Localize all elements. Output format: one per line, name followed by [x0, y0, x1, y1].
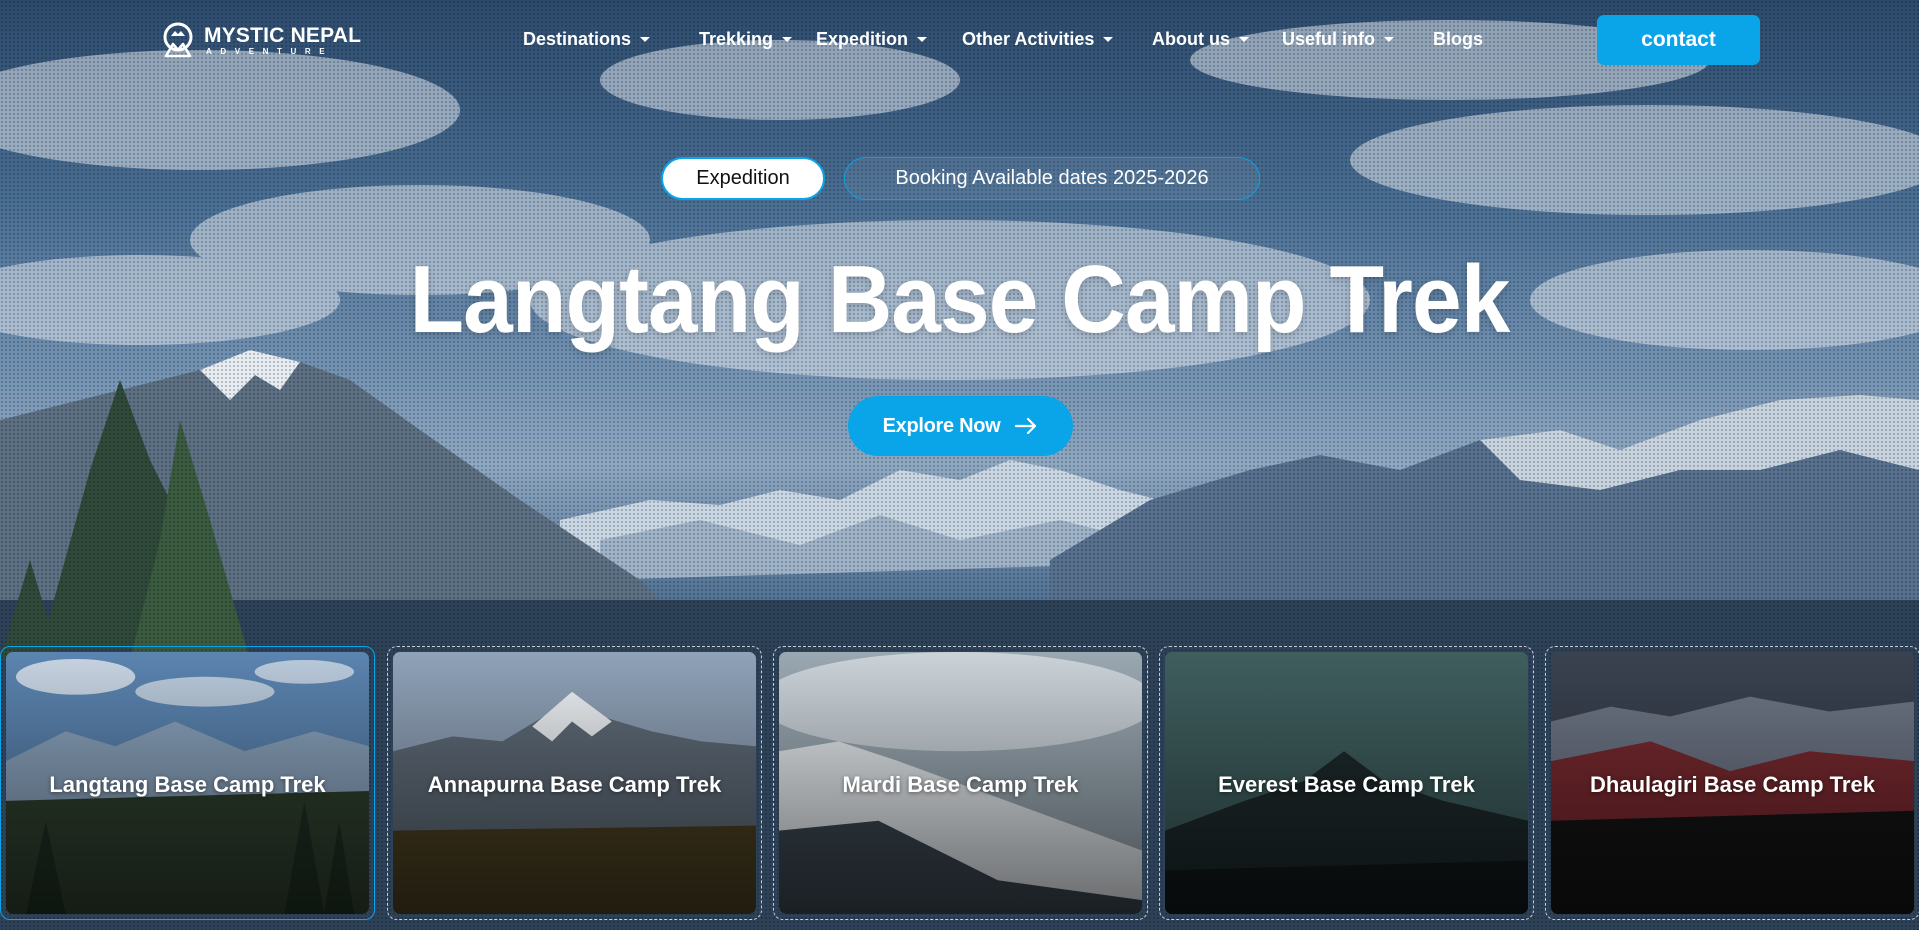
caret-down-icon [917, 36, 928, 42]
caret-down-icon [1239, 36, 1249, 42]
nav-item-expedition[interactable]: Expedition [816, 29, 936, 50]
nav-item-blogs[interactable]: Blogs [1433, 29, 1483, 50]
trek-cards: Langtang Base Camp Trek Annapurna Base C… [0, 646, 1919, 920]
caret-down-icon [782, 36, 793, 42]
nav-item-label: Expedition [816, 28, 909, 49]
trek-card-mardi[interactable]: Mardi Base Camp Trek [773, 646, 1148, 920]
card-image-annapurna: Annapurna Base Camp Trek [393, 652, 756, 914]
card-image-everest: Everest Base Camp Trek [1165, 652, 1528, 914]
booking-dates-badge[interactable]: Booking Available dates 2025-2026 [844, 157, 1260, 200]
nav-item-trekking[interactable]: Trekking [699, 29, 802, 50]
card-image-mardi: Mardi Base Camp Trek [779, 652, 1142, 914]
card-title: Langtang Base Camp Trek [49, 772, 326, 797]
category-badge[interactable]: Expedition [661, 157, 825, 200]
nav-item-about-us[interactable]: About us [1152, 29, 1257, 50]
main-navigation: Destinations Trekking Expedition Other A… [523, 26, 1483, 52]
nav-item-label: About us [1152, 28, 1230, 49]
nav-item-label: Destinations [523, 28, 632, 49]
card-image-langtang: Langtang Base Camp Trek [6, 652, 369, 914]
site-header: MYSTIC NEPAL ADVENTURE Destinations Trek… [0, 0, 1919, 78]
trek-card-annapurna[interactable]: Annapurna Base Camp Trek [387, 646, 762, 920]
trek-card-langtang[interactable]: Langtang Base Camp Trek [0, 646, 375, 920]
card-title: Mardi Base Camp Trek [842, 772, 1079, 797]
nav-item-label: Useful info [1282, 28, 1375, 49]
card-title: Dhaulagiri Base Camp Trek [1590, 772, 1875, 797]
explore-now-button[interactable]: Explore Now [848, 396, 1073, 456]
nav-item-label: Blogs [1433, 28, 1484, 49]
brand-logo[interactable]: MYSTIC NEPAL ADVENTURE [158, 20, 361, 60]
nav-item-label: Trekking [699, 28, 774, 49]
page-title: Langtang Base Camp Trek [409, 246, 1511, 353]
card-title: Annapurna Base Camp Trek [427, 772, 722, 797]
card-image-dhaulagiri: Dhaulagiri Base Camp Trek [1551, 652, 1914, 914]
brand-name: MYSTIC NEPAL [204, 23, 362, 47]
card-title: Everest Base Camp Trek [1218, 772, 1475, 797]
trek-card-everest[interactable]: Everest Base Camp Trek [1159, 646, 1534, 920]
logo-wordmark: MYSTIC NEPAL ADVENTURE [204, 25, 361, 56]
caret-down-icon [1384, 36, 1394, 42]
nav-item-label: Other Activities [962, 28, 1095, 49]
nav-item-destinations[interactable]: Destinations [523, 29, 674, 50]
brand-tagline: ADVENTURE [206, 46, 334, 56]
hero-badges: Expedition Booking Available dates 2025-… [0, 157, 1919, 200]
mountain-logo-icon [163, 22, 193, 58]
arrow-right-icon [1015, 417, 1037, 435]
caret-down-icon [1103, 36, 1114, 42]
trek-card-dhaulagiri[interactable]: Dhaulagiri Base Camp Trek [1545, 646, 1919, 920]
explore-now-label: Explore Now [882, 414, 1001, 437]
caret-down-icon [640, 36, 651, 42]
nav-item-other-activities[interactable]: Other Activities [962, 29, 1126, 50]
contact-button[interactable]: contact [1597, 15, 1760, 65]
nav-item-useful-info[interactable]: Useful info [1282, 29, 1402, 50]
